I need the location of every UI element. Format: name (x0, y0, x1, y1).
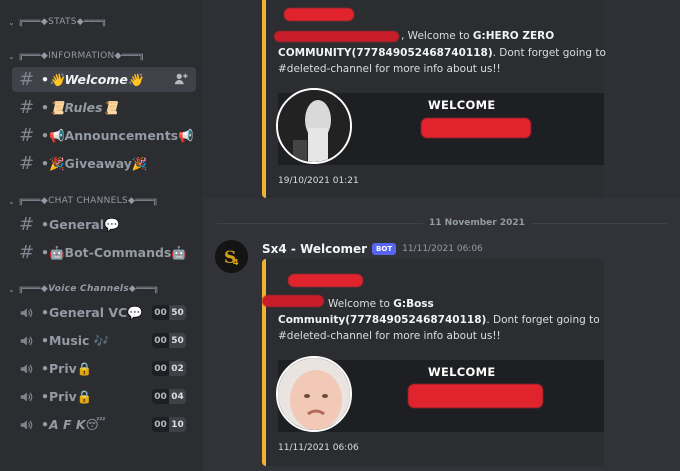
voice-channel-afk[interactable]: •A F K😴 00 10 (12, 412, 196, 437)
redacted-mention (262, 295, 324, 307)
message-header: Sx4 - Welcomer BOT 11/11/2021 06:06 (262, 241, 483, 257)
date-divider-label: 11 November 2021 (423, 218, 531, 228)
bot-tag: BOT (372, 243, 397, 255)
chevron-down-icon: ⌄ (8, 196, 16, 206)
chevron-down-icon: ⌄ (8, 17, 16, 27)
voice-channel-music[interactable]: •Music 🎶 00 50 (12, 328, 196, 353)
redacted-banner-name (421, 118, 531, 138)
hashtag-icon: # (19, 152, 35, 174)
user-limit-badge: 00 02 (152, 361, 186, 376)
redacted-mention (274, 31, 399, 42)
welcome-embed-2: Welcome to G:Boss Community(777849052468… (262, 259, 604, 466)
author-name[interactable]: Sx4 - Welcomer (262, 242, 367, 256)
channel-general[interactable]: # •General💬 (12, 212, 196, 237)
channel-giveaway[interactable]: # •🎉Giveaway🎉 (12, 151, 196, 176)
add-member-icon[interactable] (174, 72, 188, 86)
member-avatar (276, 88, 352, 164)
speaker-icon (19, 334, 41, 348)
message-timestamp: 11/11/2021 06:06 (402, 244, 483, 254)
channel-welcome[interactable]: # •👋Welcome👋 (12, 67, 196, 92)
user-limit-badge: 00 50 (152, 333, 186, 348)
category-stats[interactable]: ⌄ ╔═══◆STATS◆═══╗ (8, 14, 107, 30)
chevron-down-icon: ⌄ (8, 284, 16, 294)
speaker-icon (19, 362, 41, 376)
hashtag-icon: # (19, 213, 35, 235)
category-chat-channels[interactable]: ⌄ ╔═══◆CHAT CHANNELS◆═══╗ (8, 193, 158, 209)
voice-channel-general-vc[interactable]: •General VC💬 00 50 (12, 300, 196, 325)
chat-area: , Welcome to G:HERO ZERO COMMUNITY(77784… (203, 0, 680, 471)
speaker-icon (19, 418, 41, 432)
user-limit-badge: 00 50 (152, 305, 186, 320)
redacted-username (284, 8, 354, 21)
hashtag-icon: # (19, 241, 35, 263)
channel-bot-commands[interactable]: # •🤖Bot-Commands🤖 (12, 240, 196, 265)
svg-text:4: 4 (233, 258, 239, 267)
voice-channel-priv-2[interactable]: •Priv🔒 00 02 (12, 356, 196, 381)
hashtag-icon: # (19, 96, 35, 118)
hashtag-icon: # (19, 68, 35, 90)
user-limit-badge: 00 04 (152, 389, 186, 404)
channel-rules[interactable]: # •📜Rules📜 (12, 95, 196, 120)
user-limit-badge: 00 10 (152, 417, 186, 432)
bot-avatar-icon[interactable]: S 4 (215, 240, 248, 273)
redacted-banner-name (408, 384, 543, 408)
speaker-icon (19, 306, 41, 320)
chevron-down-icon: ⌄ (8, 51, 16, 61)
channel-announcements[interactable]: # •📢Announcements📢 (12, 123, 196, 148)
hashtag-icon: # (19, 124, 35, 146)
channel-sidebar: ⌄ ╔═══◆STATS◆═══╗ ⌄ ╔═══◆INFORMATION◆═══… (0, 0, 203, 471)
speaker-icon (19, 390, 41, 404)
voice-channel-priv-4[interactable]: •Priv🔒 00 04 (12, 384, 196, 409)
category-information[interactable]: ⌄ ╔═══◆INFORMATION◆═══╗ (8, 48, 145, 64)
category-voice-channels[interactable]: ⌄ ╔═══◆Voice Channels◆═══╗ (8, 281, 159, 297)
member-avatar (276, 356, 352, 432)
welcome-embed-1: , Welcome to G:HERO ZERO COMMUNITY(77784… (262, 0, 606, 198)
redacted-username (288, 274, 363, 287)
